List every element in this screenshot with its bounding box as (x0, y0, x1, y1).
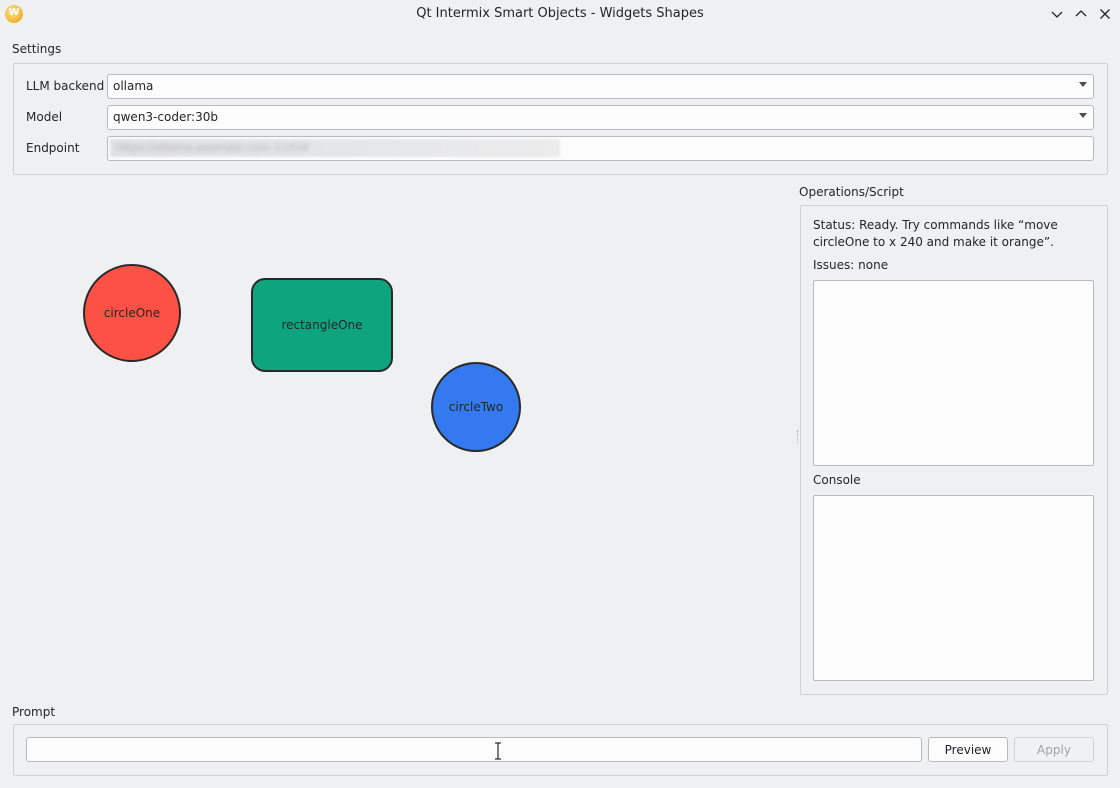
shapes-canvas[interactable] (12, 183, 794, 695)
model-select[interactable]: qwen3-coder:30b (107, 105, 1094, 130)
shape-rectangleOne[interactable]: rectangleOne (251, 278, 393, 372)
splitter-handle[interactable] (797, 430, 799, 444)
shape-label: rectangleOne (281, 318, 363, 332)
shape-label: circleOne (103, 306, 161, 320)
minimize-button[interactable] (1047, 4, 1067, 24)
apply-button[interactable]: Apply (1014, 737, 1094, 762)
close-icon (1100, 9, 1110, 19)
shape-circleTwo[interactable]: circleTwo (431, 362, 521, 452)
preview-button[interactable]: Preview (928, 737, 1008, 762)
text-cursor-icon (495, 742, 501, 760)
shape-label: circleTwo (448, 400, 504, 414)
script-editor[interactable] (813, 280, 1094, 466)
chevron-down-icon (1079, 82, 1087, 87)
shape-circleOne[interactable]: circleOne (83, 264, 181, 362)
prompt-input[interactable] (26, 737, 922, 762)
window-title: Qt Intermix Smart Objects - Widgets Shap… (416, 6, 704, 21)
endpoint-label: Endpoint (26, 141, 80, 155)
endpoint-input[interactable]: https://ollama.example.com:11434 (107, 136, 1094, 161)
console-label: Console (813, 473, 861, 487)
issues-text: Issues: none (813, 258, 889, 272)
llm-backend-select[interactable]: ollama (107, 74, 1094, 99)
operations-group-label: Operations/Script (799, 185, 904, 199)
endpoint-value: https://ollama.example.com:11434 (116, 141, 309, 154)
endpoint-redacted: https://ollama.example.com:11434 (110, 139, 560, 157)
console-output[interactable] (813, 495, 1094, 681)
chevron-down-icon (1051, 11, 1063, 18)
model-label: Model (26, 110, 63, 124)
settings-group-label: Settings (12, 42, 62, 56)
chevron-up-icon (1075, 10, 1087, 17)
chevron-down-icon (1079, 113, 1087, 118)
prompt-group-label: Prompt (12, 705, 56, 719)
maximize-button[interactable] (1071, 4, 1091, 24)
llm-backend-value: ollama (113, 79, 154, 93)
status-text: Status: Ready. Try commands like “move c… (813, 218, 1058, 249)
llm-backend-label: LLM backend (26, 79, 105, 93)
model-value: qwen3-coder:30b (113, 110, 218, 124)
close-button[interactable] (1095, 4, 1115, 24)
